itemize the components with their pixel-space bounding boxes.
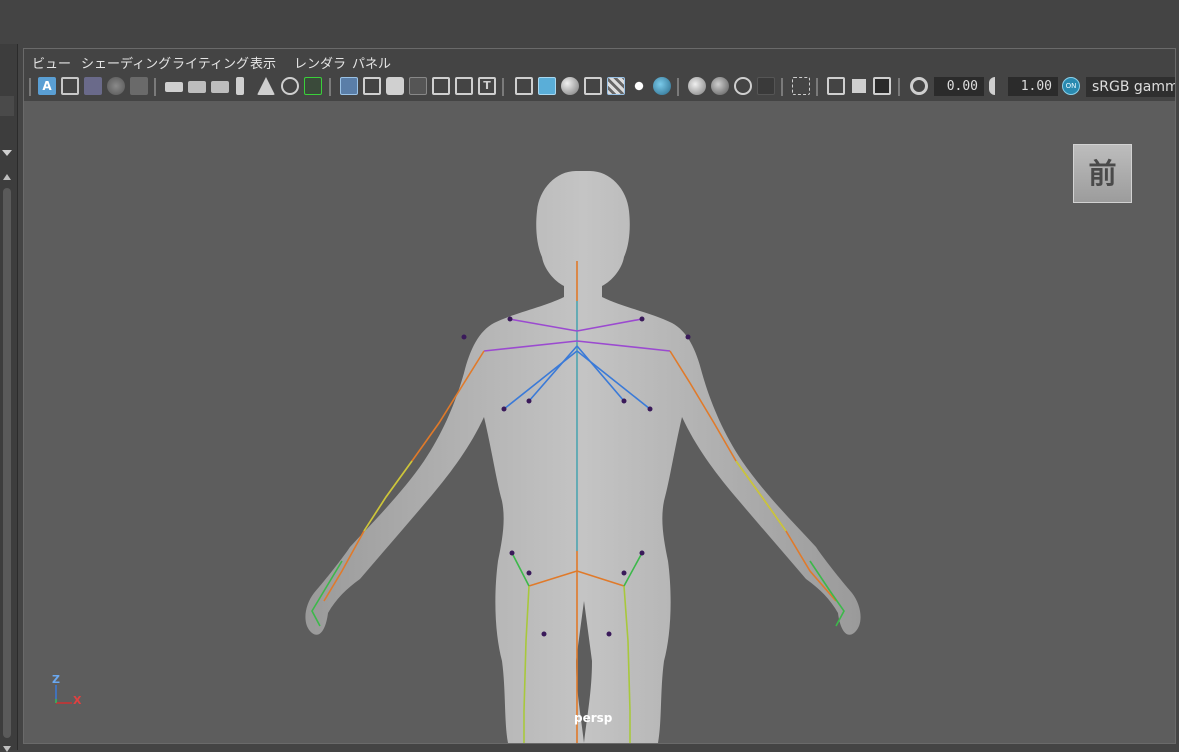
safe-action-icon[interactable] — [455, 77, 473, 95]
bookmark-icon[interactable] — [84, 77, 102, 95]
menu-view[interactable]: ビュー — [32, 53, 71, 72]
menu-show[interactable]: 表示 — [250, 53, 276, 72]
snapshot-icon[interactable] — [281, 77, 299, 95]
camera-name-label: persp — [574, 711, 613, 725]
default-material-icon[interactable] — [561, 77, 579, 95]
toolbar-separator — [329, 78, 331, 96]
2d-pan-zoom-icon[interactable] — [130, 77, 148, 95]
side-tab[interactable] — [0, 96, 14, 116]
menu-renderer[interactable]: レンダラ — [294, 53, 346, 72]
main-window-top-area — [0, 0, 1179, 44]
toolbar-separator — [29, 78, 31, 96]
screen-space-ao-icon[interactable] — [688, 77, 706, 95]
depth-of-field-icon[interactable] — [757, 77, 775, 95]
view-transform-dropdown[interactable]: sRGB gamma — [1086, 77, 1175, 97]
shadows-icon[interactable] — [653, 77, 671, 95]
xray-active-components-icon[interactable] — [850, 77, 868, 95]
scroll-down-icon[interactable] — [3, 746, 11, 752]
select-camera-icon[interactable]: A — [38, 77, 56, 95]
menu-shading[interactable]: シェーディング — [81, 53, 171, 72]
gate-mask-icon[interactable] — [409, 77, 427, 95]
color-management-toggle-icon[interactable]: ON — [1062, 77, 1080, 95]
grease-pencil-icon[interactable] — [257, 77, 275, 95]
image-plane-icon[interactable] — [107, 77, 125, 95]
safe-title-icon[interactable]: T — [478, 77, 496, 95]
camera-record-icon[interactable] — [211, 81, 229, 93]
wireframe-icon[interactable] — [515, 77, 533, 95]
resolution-gate-icon[interactable] — [386, 77, 404, 95]
left-side-panel — [0, 44, 18, 752]
dropdown-arrow-icon[interactable] — [2, 150, 12, 156]
view-cube-front[interactable]: 前 — [1073, 144, 1132, 203]
anti-aliasing-icon[interactable] — [734, 77, 752, 95]
textured-icon[interactable] — [607, 77, 625, 95]
axis-label-z: Z — [52, 673, 60, 686]
toolbar-separator — [816, 78, 818, 96]
xray-joints-icon[interactable] — [873, 77, 891, 95]
camera-lock-icon[interactable] — [188, 81, 206, 93]
camera-attributes-icon[interactable] — [61, 77, 79, 95]
exposure-icon[interactable] — [910, 77, 928, 95]
panel-menubar: ビュー シェーディング ライティング 表示 レンダラ パネル — [24, 49, 1175, 73]
axis-label-x: X — [73, 694, 82, 707]
film-gate-icon[interactable] — [363, 77, 381, 95]
xray-icon[interactable] — [827, 77, 845, 95]
use-all-lights-icon[interactable] — [630, 77, 648, 95]
bookmark-flag-icon[interactable] — [236, 77, 244, 95]
vertical-scrollbar[interactable] — [3, 188, 11, 738]
gamma-field[interactable]: 1.00 — [1008, 77, 1058, 96]
toolbar-separator — [677, 78, 679, 96]
smooth-shade-icon[interactable] — [538, 77, 556, 95]
wireframe-on-shaded-icon[interactable] — [584, 77, 602, 95]
toolbar-separator — [781, 78, 783, 96]
3d-viewport[interactable]: 前 Z X persp — [24, 101, 1175, 743]
menu-lighting[interactable]: ライティング — [172, 53, 249, 72]
field-chart-icon[interactable] — [432, 77, 450, 95]
exposure-field[interactable]: 0.00 — [934, 77, 984, 96]
toolbar-separator — [898, 78, 900, 96]
edit-tool-icon[interactable] — [304, 77, 322, 95]
gamma-icon[interactable] — [989, 77, 1001, 95]
human-model-with-skeleton — [305, 171, 861, 743]
body-mesh — [305, 171, 861, 743]
isolate-select-icon[interactable] — [792, 77, 810, 95]
toolbar-separator — [154, 78, 156, 96]
grid-icon[interactable] — [340, 77, 358, 95]
motion-blur-icon[interactable] — [711, 77, 729, 95]
scroll-up-icon[interactable] — [3, 174, 11, 180]
camera-icon[interactable] — [165, 82, 183, 92]
toolbar-separator — [502, 78, 504, 96]
model-panel: ビュー シェーディング ライティング 表示 レンダラ パネル A T 0.00 … — [23, 48, 1176, 744]
panel-toolbar: A T 0.00 1.00 ON sRGB gamm — [24, 75, 1175, 99]
menu-panels[interactable]: パネル — [352, 53, 391, 72]
